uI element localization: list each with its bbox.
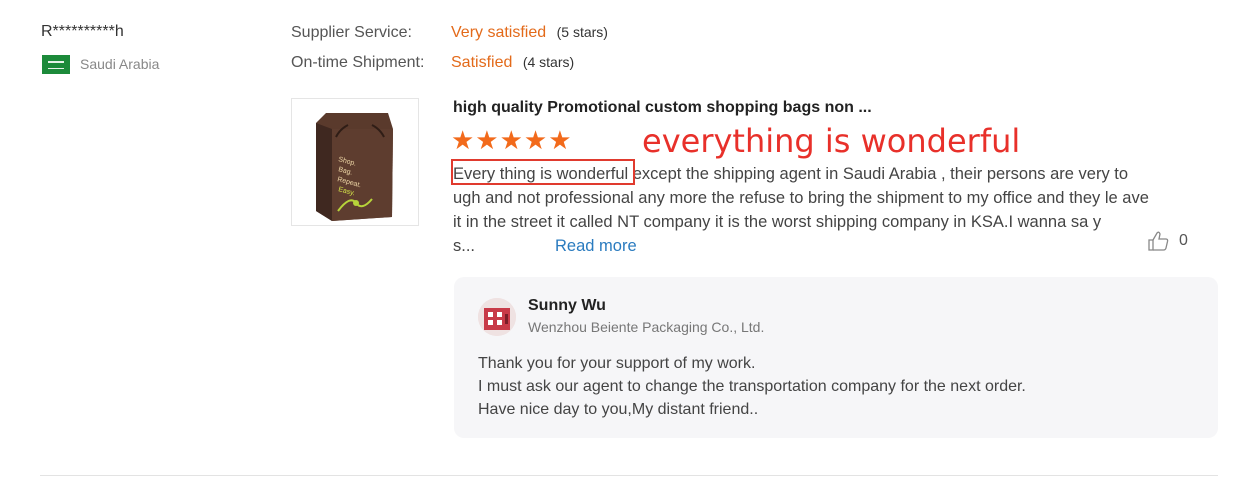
supplier-service-label: Supplier Service: <box>291 24 412 41</box>
reply-line: Have nice day to you,My distant friend.. <box>478 401 759 418</box>
supplier-avatar <box>478 298 516 336</box>
saudi-arabia-flag-icon <box>42 55 70 74</box>
supplier-company-name: Wenzhou Beiente Packaging Co., Ltd. <box>528 319 765 335</box>
product-title-link[interactable]: high quality Promotional custom shopping… <box>453 99 872 117</box>
supplier-service-rating: Very satisfied (5 stars) <box>451 24 608 41</box>
like-button[interactable]: 0 <box>1147 230 1188 252</box>
supplier-rep-name: Sunny Wu <box>528 297 606 314</box>
handwritten-annotation: everything is wonderful <box>642 122 1021 160</box>
reply-line: I must ask our agent to change the trans… <box>478 378 1026 395</box>
supplier-reply-text: Thank you for your support of my work. I… <box>478 352 1026 421</box>
reply-line: Thank you for your support of my work. <box>478 355 756 372</box>
ontime-shipment-rating: Satisfied (4 stars) <box>451 54 575 71</box>
section-divider <box>40 475 1218 476</box>
ontime-shipment-label: On-time Shipment: <box>291 54 425 71</box>
read-more-link[interactable]: Read more <box>555 237 637 255</box>
thumbs-up-icon <box>1148 231 1169 251</box>
supplier-service-stars: (5 stars) <box>556 24 608 40</box>
reviewer-country: Saudi Arabia <box>80 56 160 72</box>
like-count: 0 <box>1179 232 1188 249</box>
review-star-rating: ★★★★★ <box>451 125 573 155</box>
product-thumbnail[interactable]: Shop. Bag. Repeat. Easy. <box>291 98 419 226</box>
highlight-box <box>451 159 635 185</box>
reviewer-name: R**********h <box>41 23 124 40</box>
shopping-bag-image: Shop. Bag. Repeat. Easy. <box>292 99 418 225</box>
ontime-shipment-stars: (4 stars) <box>522 54 575 70</box>
